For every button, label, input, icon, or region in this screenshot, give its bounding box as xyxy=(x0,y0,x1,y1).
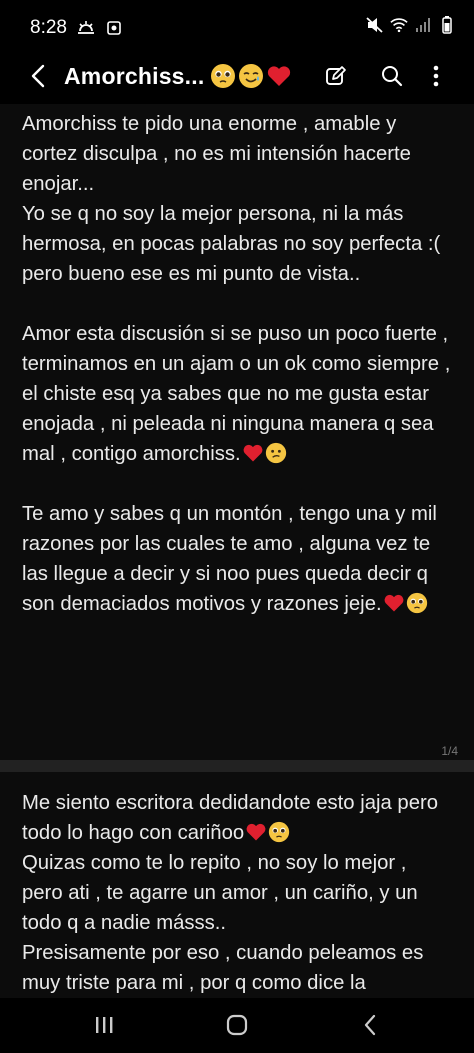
edit-button[interactable] xyxy=(320,60,352,92)
smiling-face-with-tear-icon xyxy=(239,64,264,88)
screenshot-icon xyxy=(105,19,123,37)
back-icon xyxy=(364,1014,376,1036)
pleading-face-icon xyxy=(268,821,290,843)
signal-icon xyxy=(414,16,432,34)
app-bar: Amorchiss... xyxy=(0,54,474,98)
confused-face-icon xyxy=(265,442,286,464)
paragraph: Quizas como te lo repito , no soy lo mej… xyxy=(22,852,424,994)
paragraph: Amor esta discusión si se puso un poco f… xyxy=(22,323,456,465)
nav-back-button[interactable] xyxy=(350,1010,390,1040)
weather-icon xyxy=(77,19,95,37)
search-button[interactable] xyxy=(376,60,408,92)
home-icon xyxy=(226,1014,248,1036)
recents-button[interactable] xyxy=(84,1010,124,1040)
battery-icon xyxy=(438,16,456,34)
edit-icon xyxy=(326,66,346,85)
wifi-icon xyxy=(390,16,408,34)
search-icon xyxy=(382,66,403,87)
paragraph: Me siento escritora dedidandote esto jaj… xyxy=(22,792,444,844)
status-bar: 8:28 xyxy=(0,0,474,54)
chevron-left-icon xyxy=(31,64,45,88)
status-time: 8:28 xyxy=(30,17,67,38)
pleading-face-icon xyxy=(211,64,236,88)
back-button[interactable] xyxy=(24,60,52,92)
page-indicator: 1/4 xyxy=(441,744,458,758)
paragraph: Amorchiss te pido una enorme , amable y … xyxy=(22,113,441,285)
recents-icon xyxy=(96,1017,113,1033)
paragraph: Te amo y sabes q un montón , tengo una y… xyxy=(22,503,443,615)
more-options-button[interactable] xyxy=(420,60,452,92)
red-heart-icon xyxy=(384,594,404,612)
red-heart-icon xyxy=(243,444,263,462)
title-emojis xyxy=(210,63,292,89)
pleading-face-icon xyxy=(406,592,427,614)
note-body-page-1[interactable]: Amorchiss te pido una enorme , amable y … xyxy=(22,109,452,619)
mute-icon xyxy=(366,16,384,34)
home-button[interactable] xyxy=(217,1010,257,1040)
red-heart-icon xyxy=(246,823,266,841)
note-page-1[interactable]: Amorchiss te pido una enorme , amable y … xyxy=(0,104,474,760)
red-heart-icon xyxy=(268,66,291,86)
navigation-bar xyxy=(0,998,474,1053)
page-separator xyxy=(0,760,474,772)
note-title[interactable]: Amorchiss... xyxy=(64,60,292,92)
note-page-2[interactable]: Me siento escritora dedidandote esto jaj… xyxy=(0,772,474,998)
note-body-page-2[interactable]: Me siento escritora dedidandote esto jaj… xyxy=(22,788,452,998)
note-title-text: Amorchiss... xyxy=(64,62,205,89)
more-vertical-icon xyxy=(433,65,439,87)
